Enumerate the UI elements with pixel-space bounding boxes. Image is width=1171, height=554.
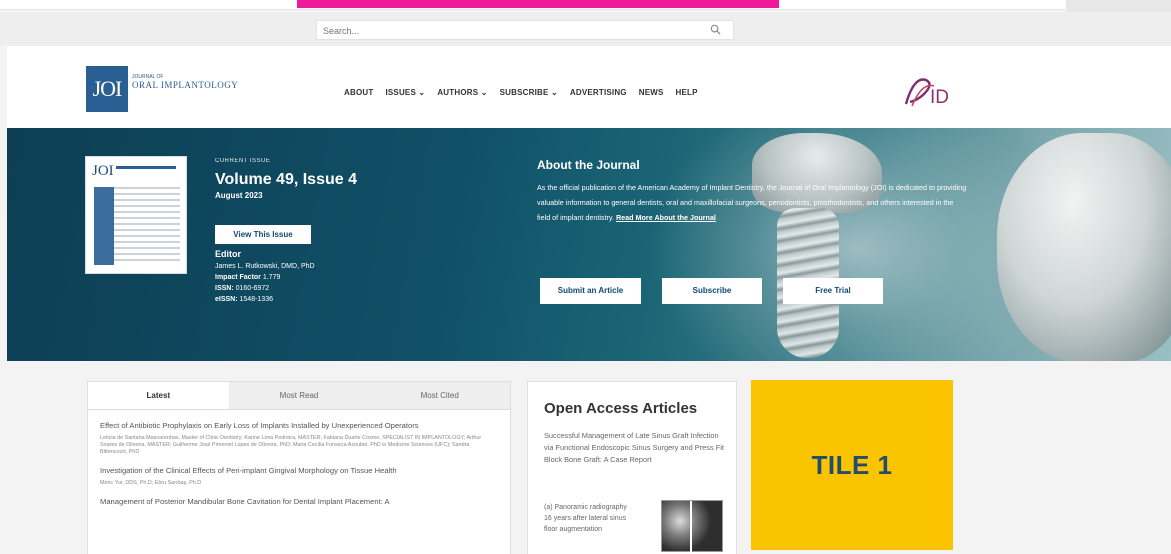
search-box[interactable] (316, 20, 734, 40)
impact-factor: Impact Factor 1.779 (215, 274, 281, 281)
nav-help[interactable]: HELP (676, 88, 698, 97)
nav-about[interactable]: ABOUT (344, 88, 373, 97)
tab-most-cited[interactable]: Most Cited (369, 382, 511, 409)
open-access-article-link[interactable]: Successful Management of Late Sinus Graf… (544, 430, 729, 466)
article-authors: Leticia de Santana Mascarenhas, Master o… (100, 435, 482, 455)
tile-label: TILE 1 (811, 450, 893, 480)
read-more-link[interactable]: Read More About the Journal (616, 213, 716, 222)
list-item: Management of Posterior Mandibular Bone … (100, 496, 498, 508)
list-item: Effect of Antibiotic Prophylaxis on Earl… (100, 420, 498, 456)
nav-advertising[interactable]: ADVERTISING (570, 88, 627, 97)
cover-header-line (116, 166, 176, 169)
free-trial-button[interactable]: Free Trial (783, 278, 883, 304)
issn: ISSN: 0160-6972 (215, 285, 270, 292)
article-title-link[interactable]: Management of Posterior Mandibular Bone … (100, 496, 498, 508)
nav-news[interactable]: NEWS (639, 88, 664, 97)
ad-banner[interactable] (297, 0, 779, 8)
search-band (0, 12, 1171, 46)
svg-text:ID: ID (930, 87, 949, 108)
issue-date: August 2023 (215, 191, 263, 200)
about-text: As the official publication of the Ameri… (537, 183, 967, 222)
content-area: Latest Most Read Most Cited Effect of An… (0, 361, 1171, 554)
view-issue-button[interactable]: View This Issue (215, 225, 311, 244)
figure-caption: (a) Panoramic radiography 16 years after… (544, 504, 627, 533)
current-issue-label: CURRENT ISSUE (215, 158, 271, 164)
main-nav: ABOUT ISSUES ⌄ AUTHORS ⌄ SUBSCRIBE ⌄ ADV… (344, 88, 698, 97)
subscribe-button[interactable]: Subscribe (662, 278, 762, 304)
hero-banner: JOI CURRENT ISSUE Volume 49, Issue 4 Aug… (7, 128, 1171, 361)
about-title: About the Journal (537, 158, 640, 172)
search-input[interactable] (317, 22, 697, 40)
logo-journal-name: ORAL IMPLANTOLOGY (132, 80, 239, 90)
tab-latest[interactable]: Latest (88, 382, 229, 409)
issue-cover[interactable]: JOI (85, 156, 187, 274)
article-list: Effect of Antibiotic Prophylaxis on Earl… (88, 410, 510, 527)
nav-issues[interactable]: ISSUES ⌄ (385, 88, 425, 97)
nav-subscribe[interactable]: SUBSCRIBE ⌄ (500, 88, 558, 97)
editor-label: Editor (215, 249, 241, 259)
search-icon[interactable] (710, 24, 721, 35)
top-strip (0, 0, 1171, 12)
joi-logo[interactable]: JOI (86, 66, 128, 112)
tab-most-read[interactable]: Most Read (228, 382, 370, 409)
about-journal: About the Journal As the official public… (537, 158, 967, 225)
radiograph-thumbnail[interactable] (661, 500, 723, 553)
site-header: JOI JOURNAL OF ORAL IMPLANTOLOGY ABOUT I… (7, 46, 1171, 128)
article-title-link[interactable]: Effect of Antibiotic Prophylaxis on Earl… (100, 420, 498, 432)
submit-article-button[interactable]: Submit an Article (540, 278, 641, 304)
articles-panel: Latest Most Read Most Cited Effect of An… (87, 381, 511, 554)
current-issue-block: CURRENT ISSUE Volume 49, Issue 4 August … (215, 158, 357, 200)
list-item: Investigation of the Clinical Effects of… (100, 465, 498, 487)
open-access-panel: Open Access Articles Successful Manageme… (527, 381, 737, 554)
promo-tile[interactable]: TILE 1 (751, 380, 953, 550)
page: JOI JOURNAL OF ORAL IMPLANTOLOGY ABOUT I… (0, 0, 1171, 554)
cover-logo: JOI (92, 163, 114, 179)
top-right-area (1066, 0, 1171, 12)
aaid-logo[interactable]: ID (900, 72, 970, 112)
journal-meta: Editor James L. Rutkowski, DMD, PhD Impa… (215, 249, 315, 307)
article-tabs: Latest Most Read Most Cited (88, 382, 511, 410)
open-access-title: Open Access Articles (544, 400, 698, 417)
tooth-image (997, 133, 1171, 361)
nav-authors[interactable]: AUTHORS ⌄ (437, 88, 487, 97)
cover-sidebar (94, 187, 114, 265)
issue-volume: Volume 49, Issue 4 (215, 171, 357, 188)
editor-name: James L. Rutkowski, DMD, PhD (215, 263, 315, 270)
eissn: eISSN: 1548-1336 (215, 296, 273, 303)
article-title-link[interactable]: Investigation of the Clinical Effects of… (100, 465, 498, 477)
article-authors: Meric Yur, DDS, Ph.D; Ebru Sarıbaş, Ph.D (100, 480, 202, 486)
